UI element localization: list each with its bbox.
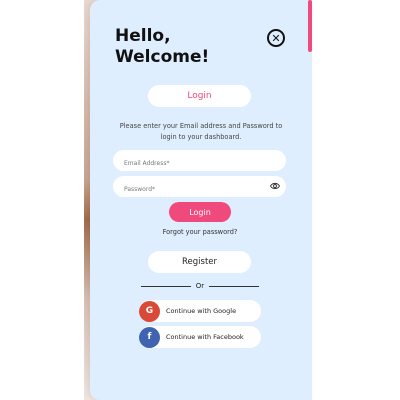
email-field[interactable] xyxy=(113,153,264,174)
google-label: Continue with Google xyxy=(166,307,237,315)
divider-line-left xyxy=(140,285,191,287)
password-field-wrapper xyxy=(113,176,286,200)
eye-icon[interactable] xyxy=(270,181,280,191)
facebook-icon: f xyxy=(139,326,160,348)
register-button[interactable]: Register xyxy=(148,251,251,273)
email-field-wrapper xyxy=(113,150,286,174)
scroll-accent-bar[interactable] xyxy=(308,0,312,52)
welcome-heading: Hello, Welcome! xyxy=(115,26,210,67)
forgot-password-link[interactable]: Forgot your password? xyxy=(140,228,260,236)
continue-with-facebook-button[interactable]: f Continue with Facebook xyxy=(139,326,261,348)
login-tab[interactable]: Login xyxy=(148,85,251,107)
google-icon: G xyxy=(139,300,160,322)
continue-with-google-button[interactable]: G Continue with Google xyxy=(139,300,261,322)
close-icon: ✕ xyxy=(271,31,281,45)
divider-line-right xyxy=(209,285,260,287)
close-button[interactable]: ✕ xyxy=(267,29,285,47)
facebook-label: Continue with Facebook xyxy=(166,333,244,341)
password-field[interactable] xyxy=(113,179,264,200)
or-divider: Or xyxy=(140,281,260,291)
or-text: Or xyxy=(195,282,205,290)
login-instructions: Please enter your Email address and Pass… xyxy=(119,122,283,141)
login-button[interactable]: Login xyxy=(169,202,231,222)
